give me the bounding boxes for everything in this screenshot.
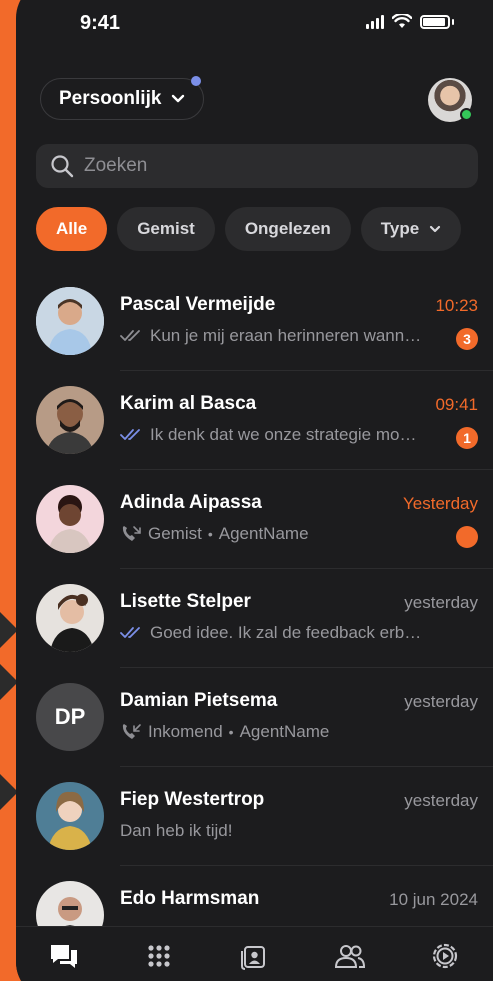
wifi-icon: [392, 14, 412, 28]
filter-chip-ongelezen[interactable]: Ongelezen: [224, 207, 351, 251]
message-time: 09:41: [435, 395, 478, 414]
conversation-row[interactable]: Fiep Westertrop yesterday Dan heb ik tij…: [16, 767, 493, 866]
contact-avatar-initials: DP: [36, 683, 104, 751]
message-time: yesterday: [404, 791, 478, 810]
status-time: 9:41: [80, 12, 121, 34]
conversation-row[interactable]: Lisette Stelper yesterday Goed idee. Ik …: [16, 569, 493, 668]
search-bar[interactable]: [36, 144, 478, 188]
tab-keypad[interactable]: [139, 939, 179, 973]
unread-count-badge: 1: [456, 427, 478, 449]
settings-icon: [433, 943, 458, 969]
chat-icon: [50, 945, 77, 968]
message-preview: Kun je mij eraan herinneren wann…: [120, 326, 450, 346]
contact-name: Karim al Basca: [120, 393, 257, 414]
notification-dot: [191, 76, 202, 86]
contact-avatar: [36, 782, 104, 850]
search-icon: [51, 155, 74, 178]
unread-dot: [456, 526, 478, 548]
online-status-indicator: [460, 108, 473, 121]
filter-chip-gemist[interactable]: Gemist: [117, 207, 215, 251]
contact-name: Lisette Stelper: [120, 591, 251, 612]
contact-avatar: [36, 386, 104, 454]
message-time: 10:23: [435, 296, 478, 315]
contact-name: Fiep Westertrop: [120, 789, 265, 810]
phone-frame: 9:41 Persoonlijk Alle Gemist Ongelez: [16, 0, 493, 981]
status-icons: [366, 14, 454, 29]
bottom-tab-bar: [16, 926, 493, 981]
contact-name: Edo Harmsman: [120, 888, 260, 909]
filter-chip-type[interactable]: Type: [360, 207, 462, 251]
contact-name: Adinda Aipassa: [120, 492, 262, 513]
contact-name: Pascal Vermeijde: [120, 294, 276, 315]
contact-name: Damian Pietsema: [120, 690, 278, 711]
message-time: yesterday: [404, 692, 478, 711]
conversation-row[interactable]: DP Damian Pietsema yesterday Inkomend • …: [16, 668, 493, 767]
battery-icon: [420, 14, 450, 29]
conversation-row[interactable]: Adinda Aipassa Yesterday Gemist • AgentN…: [16, 470, 493, 569]
contact-avatar: [36, 584, 104, 652]
missed-call-icon: [122, 526, 141, 541]
chevron-down-icon: [172, 94, 185, 103]
tab-chats[interactable]: [44, 939, 84, 973]
message-time: yesterday: [404, 593, 478, 612]
message-preview: Goed idee. Ik zal de feedback erb…: [120, 623, 450, 643]
account-label: Persoonlijk: [59, 88, 162, 109]
chevron-down-icon: [430, 225, 441, 232]
account-switcher[interactable]: Persoonlijk: [40, 76, 205, 120]
conversation-list: Pascal Vermeijde 10:23 Kun je mij eraan …: [16, 272, 493, 965]
contact-avatar: [36, 485, 104, 553]
filter-chip-alle[interactable]: Alle: [36, 207, 108, 251]
cellular-signal-icon: [366, 14, 384, 29]
message-preview: Inkomend • AgentName: [120, 722, 450, 742]
tab-people[interactable]: [330, 939, 370, 973]
filter-chips: Alle Gemist Ongelezen Type: [36, 207, 462, 251]
search-input[interactable]: [84, 155, 444, 177]
message-preview: Dan heb ik tijd!: [120, 821, 233, 840]
conversation-row[interactable]: Karim al Basca 09:41 Ik denk dat we onze…: [16, 371, 493, 470]
people-icon: [334, 945, 365, 968]
contact-card-icon: [241, 946, 266, 970]
contact-avatar: [36, 287, 104, 355]
keypad-icon: [148, 945, 170, 967]
tab-settings[interactable]: [425, 939, 465, 973]
double-check-blue-icon: [120, 429, 140, 440]
double-check-blue-icon: [120, 627, 140, 638]
unread-count-badge: 3: [456, 328, 478, 350]
message-time: Yesterday: [403, 494, 478, 513]
conversation-row[interactable]: Pascal Vermeijde 10:23 Kun je mij eraan …: [16, 272, 493, 371]
double-check-grey-icon: [120, 330, 140, 341]
message-preview: Gemist • AgentName: [120, 524, 450, 544]
chat-list-screen: 9:41 Persoonlijk Alle Gemist Ongelez: [16, 0, 493, 981]
message-preview: Ik denk dat we onze strategie mo…: [120, 425, 450, 445]
tab-contacts[interactable]: [234, 939, 274, 973]
incoming-call-icon: [122, 724, 141, 739]
message-time: 10 jun 2024: [389, 890, 478, 909]
